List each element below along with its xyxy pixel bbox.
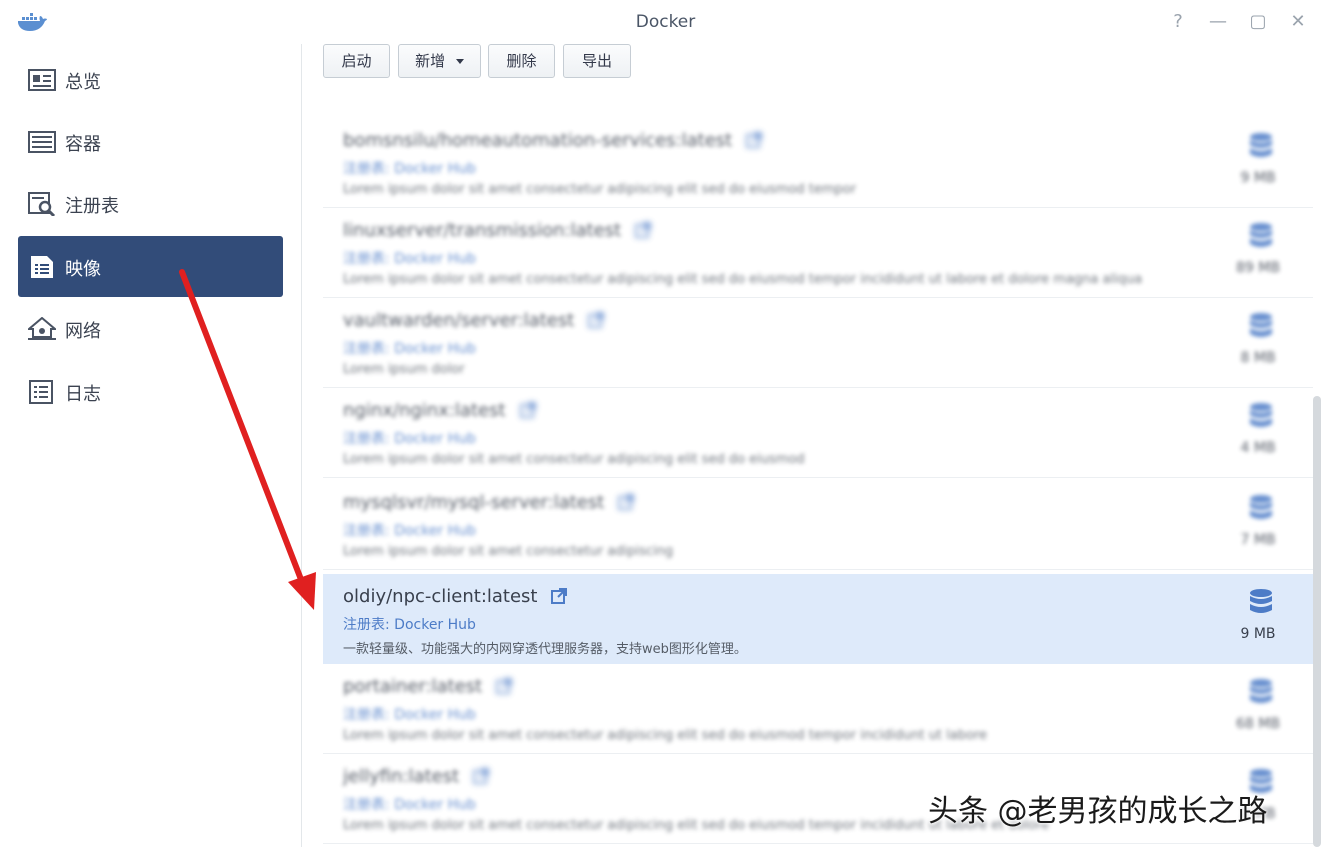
sidebar-item-image[interactable]: 映像 bbox=[18, 236, 283, 297]
external-link-icon[interactable] bbox=[618, 494, 635, 510]
external-link-icon[interactable] bbox=[588, 312, 605, 328]
image-name: vaultwarden/server:latest bbox=[343, 310, 575, 331]
export-button[interactable]: 导出 bbox=[563, 44, 631, 78]
sidebar-item-label: 总览 bbox=[65, 72, 101, 93]
external-link-icon[interactable] bbox=[519, 402, 536, 418]
image-name: portainer:latest bbox=[343, 676, 483, 697]
list-item-selected[interactable]: oldiy/npc-client:latest 注册表: Docker Hub … bbox=[323, 574, 1313, 664]
sidebar: 总览 容器 注册表 映像 网络 日志 bbox=[0, 44, 302, 847]
external-link-icon[interactable] bbox=[496, 678, 513, 694]
image-icon bbox=[31, 256, 53, 278]
chevron-down-icon bbox=[455, 59, 464, 64]
list-item[interactable]: nginx/nginx:latest 注册表: Docker Hub Lorem… bbox=[323, 388, 1313, 478]
launch-button[interactable]: 启动 bbox=[323, 44, 390, 78]
image-description: Lorem ipsum dolor sit amet consectetur a… bbox=[343, 452, 805, 467]
title-bar: Docker ? — ▢ ✕ bbox=[0, 0, 1331, 44]
image-size: 4 MB bbox=[1240, 440, 1276, 456]
external-link-icon[interactable] bbox=[473, 768, 490, 784]
list-item[interactable]: vaultwarden/server:latest 注册表: Docker Hu… bbox=[323, 298, 1313, 388]
sidebar-item-label: 映像 bbox=[65, 259, 101, 280]
close-icon[interactable]: ✕ bbox=[1286, 10, 1310, 34]
sidebar-item-log[interactable]: 日志 bbox=[18, 361, 283, 422]
image-description: 一款轻量级、功能强大的内网穿透代理服务器，支持web图形化管理。 bbox=[343, 642, 747, 657]
database-icon bbox=[1250, 223, 1272, 247]
database-icon bbox=[1250, 495, 1272, 519]
image-name: nginx/nginx:latest bbox=[343, 400, 506, 421]
help-icon[interactable]: ? bbox=[1166, 10, 1190, 34]
sidebar-item-label: 日志 bbox=[65, 384, 101, 405]
image-size: 8 MB bbox=[1240, 350, 1276, 366]
external-link-icon[interactable] bbox=[746, 132, 763, 148]
image-name: jellyfin:latest bbox=[343, 766, 460, 787]
sidebar-item-registry[interactable]: 注册表 bbox=[18, 173, 283, 234]
image-name: mysqlsvr/mysql-server:latest bbox=[343, 492, 605, 513]
database-icon bbox=[1250, 679, 1272, 703]
delete-button[interactable]: 删除 bbox=[488, 44, 555, 78]
image-registry: 注册表: Docker Hub bbox=[343, 617, 476, 633]
container-icon bbox=[28, 131, 56, 153]
sidebar-item-overview[interactable]: 总览 bbox=[18, 49, 283, 110]
sidebar-item-label: 容器 bbox=[65, 134, 101, 155]
network-icon bbox=[28, 317, 56, 340]
list-item[interactable]: mysqlsvr/mysql-server:latest 注册表: Docker… bbox=[323, 480, 1313, 570]
image-description: Lorem ipsum dolor sit amet consectetur a… bbox=[343, 272, 1143, 287]
image-size: 68 MB bbox=[1236, 716, 1280, 732]
image-description: Lorem ipsum dolor bbox=[343, 362, 465, 377]
image-description: Lorem ipsum dolor sit amet consectetur a… bbox=[343, 544, 674, 559]
image-registry: 注册表: Docker Hub bbox=[343, 523, 476, 539]
sidebar-item-network[interactable]: 网络 bbox=[18, 298, 283, 359]
image-size: 9 MB bbox=[1240, 170, 1276, 186]
image-description: Lorem ipsum dolor sit amet consectetur a… bbox=[343, 728, 987, 743]
docker-window: Docker ? — ▢ ✕ 总览 容器 注册表 映像 网络 日志 启动 新增 … bbox=[0, 0, 1331, 847]
image-registry: 注册表: Docker Hub bbox=[343, 797, 476, 813]
list-item[interactable]: portainer:latest 注册表: Docker Hub Lorem i… bbox=[323, 664, 1313, 754]
image-list: bomsnsilu/homeautomation-services:latest… bbox=[323, 90, 1313, 847]
image-size: 89 MB bbox=[1236, 260, 1280, 276]
image-name: oldiy/npc-client:latest bbox=[343, 586, 538, 607]
image-size: 9 MB bbox=[1240, 626, 1276, 642]
database-icon bbox=[1250, 133, 1272, 157]
scrollbar[interactable] bbox=[1313, 396, 1321, 847]
sidebar-item-container[interactable]: 容器 bbox=[18, 111, 283, 172]
database-icon bbox=[1250, 589, 1272, 613]
database-icon bbox=[1250, 403, 1272, 427]
main-panel: 启动 新增 删除 导出 bomsnsilu/homeautomation-ser… bbox=[303, 44, 1331, 847]
add-button-label: 新增 bbox=[415, 52, 446, 70]
window-title: Docker bbox=[635, 12, 696, 32]
registry-icon bbox=[28, 192, 56, 216]
image-description: Lorem ipsum dolor sit amet consectetur a… bbox=[343, 182, 857, 197]
image-name: linuxserver/transmission:latest bbox=[343, 220, 622, 241]
sidebar-item-label: 注册表 bbox=[65, 196, 119, 217]
image-registry: 注册表: Docker Hub bbox=[343, 251, 476, 267]
image-registry: 注册表: Docker Hub bbox=[343, 431, 476, 447]
database-icon bbox=[1250, 313, 1272, 337]
log-icon bbox=[29, 380, 53, 404]
image-registry: 注册表: Docker Hub bbox=[343, 707, 476, 723]
image-name: bomsnsilu/homeautomation-services:latest bbox=[343, 130, 733, 151]
watermark-text: 头条 @老男孩的成长之路 bbox=[928, 794, 1268, 829]
add-button[interactable]: 新增 bbox=[398, 44, 481, 78]
maximize-icon[interactable]: ▢ bbox=[1246, 10, 1270, 34]
sidebar-item-label: 网络 bbox=[65, 321, 101, 342]
overview-icon bbox=[28, 69, 56, 91]
image-size: 7 MB bbox=[1240, 532, 1276, 548]
external-link-icon[interactable] bbox=[551, 588, 568, 604]
image-registry: 注册表: Docker Hub bbox=[343, 341, 476, 357]
external-link-icon[interactable] bbox=[635, 222, 652, 238]
list-item[interactable]: linuxserver/transmission:latest 注册表: Doc… bbox=[323, 208, 1313, 298]
image-registry: 注册表: Docker Hub bbox=[343, 161, 476, 177]
minimize-icon[interactable]: — bbox=[1206, 10, 1230, 34]
list-item[interactable]: bomsnsilu/homeautomation-services:latest… bbox=[323, 118, 1313, 208]
